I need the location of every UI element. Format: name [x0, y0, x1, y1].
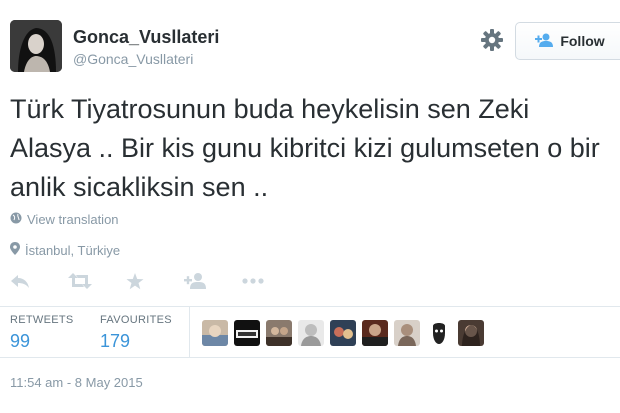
favoriter-avatar[interactable]	[330, 320, 356, 346]
user-names: Gonca_Vusllateri @Gonca_Vusllateri	[73, 26, 219, 68]
reply-icon[interactable]	[10, 270, 68, 292]
favoriters-avatars	[202, 320, 484, 346]
favourites-stat[interactable]: FAVOURITES 179	[100, 314, 190, 352]
retweets-label: RETWEETS	[10, 314, 74, 326]
favorite-icon[interactable]	[126, 270, 184, 292]
globe-icon	[10, 212, 22, 227]
tweet-location[interactable]: İstanbul, Türkiye	[10, 242, 120, 258]
tweet-text: Türk Tiyatrosunun buda heykelisin sen Ze…	[10, 94, 600, 202]
favoriter-avatar[interactable]	[394, 320, 420, 346]
favoriter-avatar[interactable]	[234, 320, 260, 346]
location-pin-icon	[10, 242, 20, 258]
location-label: İstanbul, Türkiye	[25, 242, 121, 258]
more-icon[interactable]	[242, 270, 300, 292]
tweet-actions	[10, 270, 300, 292]
favoriter-avatar[interactable]	[426, 320, 452, 346]
user-full-name[interactable]: Gonca_Vusllateri	[73, 26, 219, 48]
view-translation-label: View translation	[27, 212, 119, 227]
divider-bottom	[0, 357, 620, 358]
view-translation-link[interactable]: View translation	[10, 212, 119, 227]
follow-icon[interactable]	[184, 270, 242, 292]
favoriter-avatar[interactable]	[298, 320, 324, 346]
favourites-count: 179	[100, 331, 131, 351]
favoriter-avatar[interactable]	[458, 320, 484, 346]
user-screen-name[interactable]: @Gonca_Vusllateri	[73, 50, 219, 68]
tweet-stats: RETWEETS 99 FAVOURITES 179	[10, 314, 190, 352]
favoriter-avatar[interactable]	[362, 320, 388, 346]
avatar[interactable]	[10, 20, 62, 72]
stats-separator	[189, 306, 190, 357]
retweets-stat[interactable]: RETWEETS 99	[10, 314, 100, 352]
add-user-icon	[535, 33, 554, 50]
gear-icon[interactable]	[480, 28, 504, 52]
favoriter-avatar[interactable]	[202, 320, 228, 346]
favoriter-avatar[interactable]	[266, 320, 292, 346]
tweet-header: Gonca_Vusllateri @Gonca_Vusllateri Follo…	[10, 20, 620, 80]
tweet-timestamp[interactable]: 11:54 am - 8 May 2015	[10, 375, 143, 390]
follow-button[interactable]: Follow	[515, 22, 620, 60]
tweet-card: Gonca_Vusllateri @Gonca_Vusllateri Follo…	[0, 0, 620, 413]
retweets-count: 99	[10, 331, 31, 351]
favourites-label: FAVOURITES	[100, 314, 172, 326]
follow-button-label: Follow	[560, 33, 605, 49]
retweet-icon[interactable]	[68, 270, 126, 292]
divider-top	[0, 306, 620, 307]
